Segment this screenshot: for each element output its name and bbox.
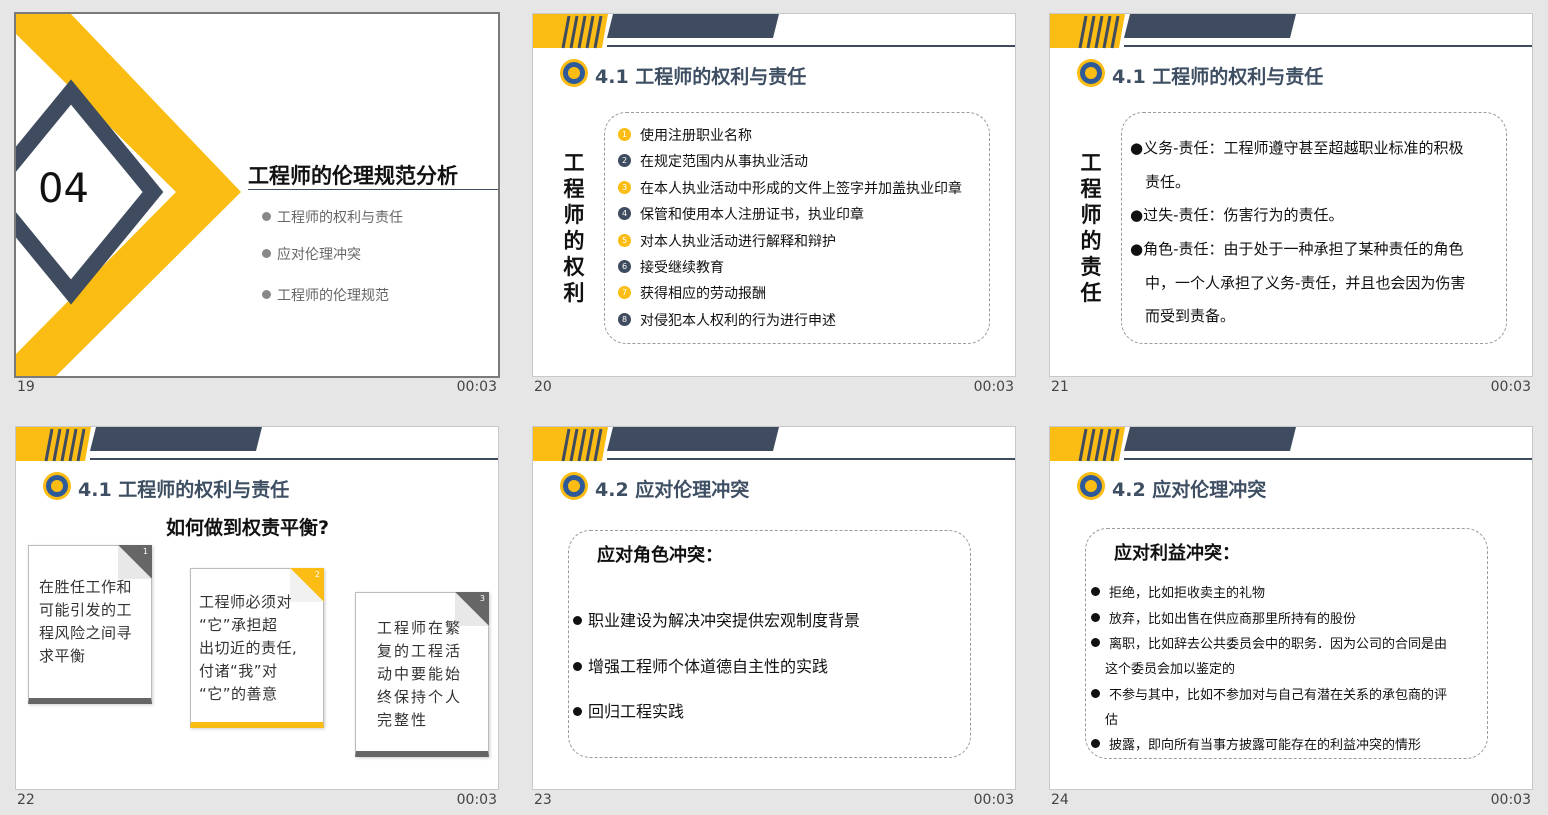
university-logo-icon [43,472,71,500]
marker-dot: 6 [618,260,631,273]
slide-timing: 00:03 [973,792,1014,808]
list-item: 保管和使用本人注册证书，执业印章 [640,207,864,223]
slide-header-title: 4.2 应对伦理冲突 [595,479,750,501]
text-line: ●过失-责任：伤害行为的责任。 [1130,206,1344,224]
list-item-continuation: 估 [1105,713,1119,728]
header-stripes [533,427,1015,462]
header-stripes [1050,14,1532,49]
slide-timing: 00:03 [973,379,1014,395]
card-number: 3 [479,594,485,603]
marker-dot: 4 [618,207,631,220]
slide-header-title: 4.1 工程师的权利与责任 [1112,66,1324,88]
university-logo-icon [560,472,588,500]
card-number: 1 [142,547,148,556]
card-1: 1 在胜任工作和 可能引发的工 程风险之间寻 求平衡 [28,545,152,704]
list-item: 接受继续教育 [640,260,724,276]
marker-dot: 3 [618,181,631,194]
list-item: 在本人执业活动中形成的文件上签字并加盖执业印章 [640,181,962,197]
university-logo-icon [1077,472,1105,500]
slide-number: 21 [1051,379,1069,395]
header-stripes [16,427,498,462]
card-text: 工程师在繁 复的工程活 动中要能始 终保持个人 完整性 [377,619,463,729]
university-logo-icon [1077,59,1105,87]
card-number: 2 [314,570,320,579]
text-line: ●义务-责任：工程师遵守甚至超越职业标准的积极 [1130,139,1464,157]
card-3: 3 工程师在繁 复的工程活 动中要能始 终保持个人 完整性 [355,592,489,757]
slide-canvas: 4.1 工程师的权利与责任 工程师的责任 ●义务-责任：工程师遵守甚至超越职业标… [1049,13,1533,377]
list-item: 不参与其中，比如不参加对与自己有潜在关系的承包商的评 [1091,684,1447,703]
list-item: 职业建设为解决冲突提供宏观制度背景 [573,607,860,631]
section-title: 工程师的伦理规范分析 [248,164,458,188]
section-number: 04 [38,166,89,212]
marker-dot: 7 [618,286,631,299]
list-item: 对侵犯本人权利的行为进行申述 [640,313,836,329]
text-line: 中，一个人承担了义务-责任，并且也会因为伤害 [1145,274,1466,292]
slide-number: 19 [17,379,35,395]
list-item: 回归工程实践 [573,698,684,722]
slide-canvas: 4.1 工程师的权利与责任 工程师的权利 1 使用注册职业名称 2 在规定范围内… [532,13,1016,377]
list-item: 披露，即向所有当事方披露可能存在的利益冲突的情形 [1091,734,1421,753]
box-title: 应对角色冲突： [597,545,723,566]
slide-canvas: 04 工程师的伦理规范分析 工程师的权利与责任 应对伦理冲突 工程师的伦理规范 [14,12,500,378]
slide-timing: 00:03 [456,792,497,808]
slide-header-title: 4.1 工程师的权利与责任 [595,66,807,88]
list-item: 拒绝，比如拒收卖主的礼物 [1091,582,1265,601]
slide-timing: 00:03 [456,379,497,395]
slide-header-title: 4.1 工程师的权利与责任 [78,479,290,501]
marker-dot: 5 [618,234,631,247]
slide-timing: 00:03 [1490,379,1531,395]
list-item: 在规定范围内从事执业活动 [640,154,808,170]
slide-canvas: 4.2 应对伦理冲突 应对角色冲突： 职业建设为解决冲突提供宏观制度背景 增强工… [532,426,1016,790]
list-item: 增强工程师个体道德自主性的实践 [573,653,828,677]
slide-header-title: 4.2 应对伦理冲突 [1112,479,1267,501]
list-item: 离职，比如辞去公共委员会中的职务．因为公司的合同是由 [1091,633,1447,652]
card-text: 工程师必须对 “它”承担超 出切近的责任, 付诸“我”对 “它”的善意 [199,593,298,703]
list-item-continuation: 这个委员会加以鉴定的 [1105,662,1236,677]
slide-thumbnail-21[interactable]: 4.1 工程师的权利与责任 工程师的责任 ●义务-责任：工程师遵守甚至超越职业标… [1049,13,1533,401]
marker-dot: 2 [618,154,631,167]
marker-dot: 1 [618,128,631,141]
outline-item: 工程师的权利与责任 [262,207,403,227]
card-2: 2 工程师必须对 “它”承担超 出切近的责任, 付诸“我”对 “它”的善意 [190,568,324,728]
list-item: 获得相应的劳动报酬 [640,286,766,302]
university-logo-icon [560,59,588,87]
text-line: 而受到责备。 [1145,307,1236,325]
list-item: 使用注册职业名称 [640,128,752,144]
slide-thumbnail-24[interactable]: 4.2 应对伦理冲突 应对利益冲突： 拒绝，比如拒收卖主的礼物 放弃，比如出售在… [1049,426,1533,814]
question-heading: 如何做到权责平衡? [166,517,330,539]
vertical-title: 工程师的责任 [1080,151,1102,305]
box-title: 应对利益冲突： [1114,543,1240,564]
list-item: 放弃，比如出售在供应商那里所持有的股份 [1091,608,1356,627]
vertical-title: 工程师的权利 [563,151,585,305]
text-line: 责任。 [1145,173,1191,191]
slide-timing: 00:03 [1490,792,1531,808]
slide-number: 24 [1051,792,1069,808]
outline-item: 应对伦理冲突 [262,244,361,264]
header-stripes [533,14,1015,49]
title-underline [248,189,498,190]
slide-thumbnail-19[interactable]: 04 工程师的伦理规范分析 工程师的权利与责任 应对伦理冲突 工程师的伦理规范 … [14,12,500,401]
slide-number: 22 [17,792,35,808]
slide-thumbnail-23[interactable]: 4.2 应对伦理冲突 应对角色冲突： 职业建设为解决冲突提供宏观制度背景 增强工… [532,426,1016,814]
list-item: 对本人执业活动进行解释和辩护 [640,234,836,250]
slide-number: 23 [534,792,552,808]
text-line: ●角色-责任：由于处于一种承担了某种责任的角色 [1130,240,1464,258]
card-text: 在胜任工作和 可能引发的工 程风险之间寻 求平衡 [39,578,133,665]
header-stripes [1050,427,1532,462]
marker-dot: 8 [618,313,631,326]
slide-thumbnail-22[interactable]: 4.1 工程师的权利与责任 如何做到权责平衡? 1 在胜任工作和 可能引发的工 程风… [15,426,499,814]
slide-number: 20 [534,379,552,395]
slide-canvas: 4.2 应对伦理冲突 应对利益冲突： 拒绝，比如拒收卖主的礼物 放弃，比如出售在… [1049,426,1533,790]
outline-item: 工程师的伦理规范 [262,285,389,305]
slide-canvas: 4.1 工程师的权利与责任 如何做到权责平衡? 1 在胜任工作和 可能引发的工 程风… [15,426,499,790]
slide-thumbnail-20[interactable]: 4.1 工程师的权利与责任 工程师的权利 1 使用注册职业名称 2 在规定范围内… [532,13,1016,401]
